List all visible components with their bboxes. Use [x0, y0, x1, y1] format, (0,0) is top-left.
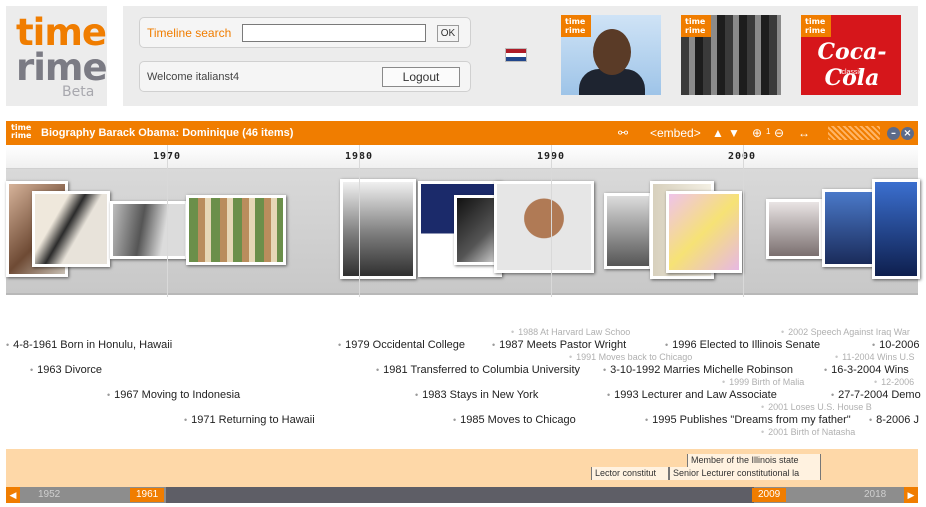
- timerime-badge-icon: time rime: [681, 15, 711, 37]
- event-photo[interactable]: [340, 179, 416, 279]
- event-item[interactable]: 27-7-2004 Demo: [831, 389, 921, 401]
- period-band: Member of the Illinois state Lector cons…: [6, 449, 918, 487]
- minimize-icon[interactable]: –: [887, 127, 900, 140]
- welcome-text: Welcome italianst4: [147, 71, 240, 83]
- fit-width-icon[interactable]: ↔: [798, 125, 810, 141]
- coca-cola-classic: classic: [841, 69, 863, 76]
- featured-timeline-coca-cola[interactable]: Coca-Cola classic time rime: [801, 15, 901, 95]
- event-item[interactable]: 4-8-1961 Born in Honulu, Hawaii: [6, 339, 172, 351]
- event-item[interactable]: 10-2006: [872, 339, 919, 351]
- overview-scrollbar[interactable]: ◀ ▶ 1952 2018 1961 2009: [6, 487, 918, 503]
- event-item[interactable]: 1993 Lecturer and Law Associate: [607, 389, 777, 401]
- event-item[interactable]: 11-2004 Wins U.S: [835, 352, 914, 362]
- event-photo[interactable]: [186, 195, 286, 265]
- scroll-right-icon[interactable]: ▶: [904, 487, 918, 503]
- zoom-out-icon[interactable]: ⊖: [774, 125, 784, 141]
- event-item[interactable]: 1985 Moves to Chicago: [453, 414, 576, 426]
- timerime-badge-icon: time rime: [561, 15, 591, 37]
- event-item[interactable]: 1988 At Harvard Law Schoo: [511, 327, 630, 337]
- event-item[interactable]: 1987 Meets Pastor Wright: [492, 339, 626, 351]
- event-item[interactable]: 1981 Transferred to Columbia University: [376, 364, 580, 376]
- close-icon[interactable]: ×: [901, 127, 914, 140]
- event-item[interactable]: 1979 Occidental College: [338, 339, 465, 351]
- search-input[interactable]: [242, 24, 426, 42]
- logo-beta: Beta: [62, 84, 95, 100]
- period-item[interactable]: Senior Lecturer constitutional la: [669, 467, 821, 480]
- coca-cola-logo: Coca-Cola: [817, 39, 887, 91]
- event-photo[interactable]: [32, 191, 110, 267]
- scale-end-label: 2018: [864, 489, 887, 500]
- event-item[interactable]: 3-10-1992 Marries Michelle Robinson: [603, 364, 793, 376]
- event-photo[interactable]: [110, 201, 188, 259]
- event-item[interactable]: 12-2006: [874, 377, 914, 387]
- scroll-up-icon[interactable]: ▲: [712, 125, 724, 141]
- scroll-left-icon[interactable]: ◀: [6, 487, 20, 503]
- event-item[interactable]: 1971 Returning to Hawaii: [184, 414, 315, 426]
- app-header: time rime Beta Timeline search OK Welcom…: [0, 0, 926, 112]
- dutch-flag-icon[interactable]: [505, 48, 527, 62]
- period-item[interactable]: Member of the Illinois state: [687, 454, 821, 467]
- event-item[interactable]: 2001 Loses U.S. House B: [761, 402, 872, 412]
- embed-button[interactable]: <embed>: [650, 125, 701, 141]
- event-item[interactable]: 1967 Moving to Indonesia: [107, 389, 240, 401]
- event-item[interactable]: 1983 Stays in New York: [415, 389, 538, 401]
- scale-start-label: 1952: [38, 489, 61, 500]
- event-item[interactable]: 1963 Divorce: [30, 364, 102, 376]
- zoom-in-icon[interactable]: ⊕: [752, 125, 762, 141]
- event-item[interactable]: 1996 Elected to Illinois Senate: [665, 339, 820, 351]
- timeline-search-box: Timeline search OK: [139, 17, 471, 48]
- timerime-mini-logo-icon: time rime: [11, 123, 32, 140]
- link-icon[interactable]: ⚯: [618, 125, 628, 141]
- visible-range[interactable]: [166, 487, 754, 503]
- range-start-handle[interactable]: 1961: [130, 488, 165, 502]
- event-item[interactable]: 16-3-2004 Wins: [824, 364, 909, 376]
- drag-handle[interactable]: [828, 126, 880, 140]
- featured-timeline-obama[interactable]: time rime: [561, 15, 661, 95]
- event-item[interactable]: 1991 Moves back to Chicago: [569, 352, 692, 362]
- logout-button[interactable]: Logout: [382, 67, 460, 87]
- zoom-level: 1: [766, 127, 771, 136]
- event-photo[interactable]: [494, 181, 594, 273]
- period-item[interactable]: Lector constitut: [591, 467, 669, 480]
- featured-timeline-supremes[interactable]: time rime: [681, 15, 781, 95]
- event-item[interactable]: 8-2006 J: [869, 414, 919, 426]
- year-ruler: 1970 1980 1990 2000: [6, 145, 918, 169]
- event-photo[interactable]: [666, 191, 742, 273]
- scroll-down-icon[interactable]: ▼: [728, 125, 740, 141]
- event-photo[interactable]: [872, 179, 920, 279]
- range-end-handle[interactable]: 2009: [752, 488, 787, 502]
- logo-line-2: rime: [16, 46, 108, 89]
- user-panel: Timeline search OK Welcome italianst4 Lo…: [123, 6, 918, 106]
- event-item[interactable]: 2001 Birth of Natasha: [761, 427, 855, 437]
- timeline-toolbar: time rime Biography Barack Obama: Domini…: [6, 121, 918, 145]
- timerime-logo[interactable]: time rime Beta: [6, 6, 108, 106]
- event-photo[interactable]: [604, 193, 652, 269]
- event-item[interactable]: 1995 Publishes "Dreams from my father": [645, 414, 851, 426]
- welcome-box: Welcome italianst4 Logout: [139, 61, 471, 92]
- photo-strip[interactable]: [6, 169, 920, 295]
- event-photo[interactable]: [766, 199, 822, 259]
- event-item[interactable]: 2002 Speech Against Iraq War: [781, 327, 910, 337]
- search-ok-button[interactable]: OK: [437, 25, 459, 42]
- timeline-title: Biography Barack Obama: Dominique (46 it…: [41, 127, 294, 139]
- event-list: 4-8-1961 Born in Honulu, Hawaii 1963 Div…: [6, 297, 921, 449]
- search-label: Timeline search: [147, 26, 232, 40]
- timerime-badge-icon: time rime: [801, 15, 831, 37]
- timeline-viewer: time rime Biography Barack Obama: Domini…: [6, 121, 921, 505]
- event-item[interactable]: 1999 Birth of Malia: [722, 377, 804, 387]
